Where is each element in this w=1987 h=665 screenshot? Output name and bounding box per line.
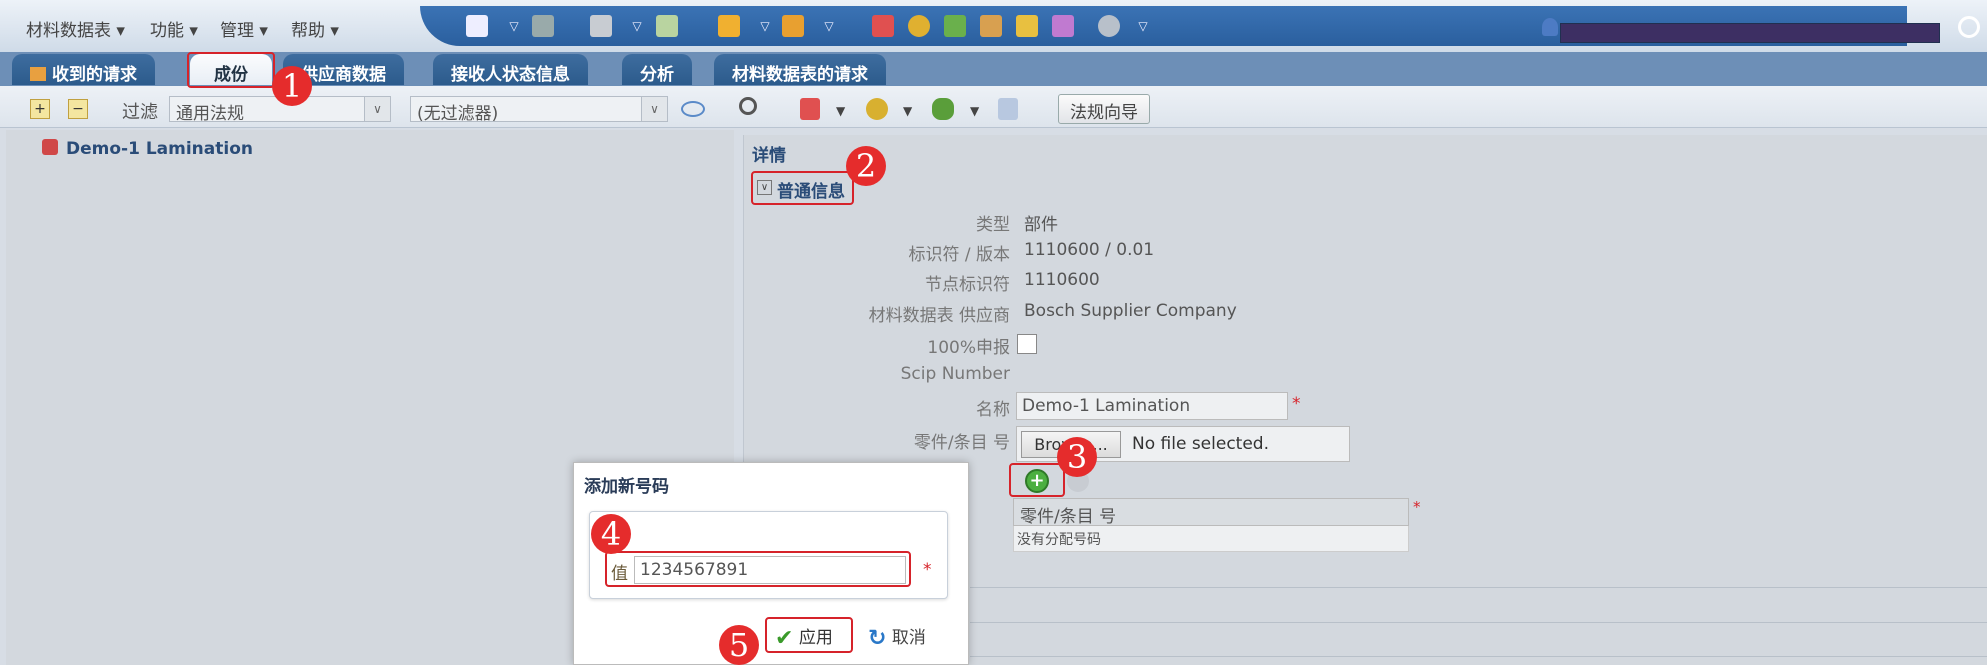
composition-tab-highlight [187, 52, 275, 88]
apply-label: 应用 [798, 628, 833, 648]
substance-dropdown-icon[interactable]: ▼ [970, 104, 979, 118]
general-info-section[interactable]: 普通信息 [777, 177, 845, 202]
material-icon[interactable] [908, 15, 930, 37]
import-dropdown-icon[interactable]: ▽ [754, 15, 776, 37]
value-label: 值 [611, 564, 628, 584]
step-marker-5: 5 [719, 625, 759, 665]
power-icon[interactable] [1958, 16, 1980, 38]
user-icon [1542, 18, 1558, 36]
undo-icon: ↻ [868, 626, 887, 651]
component-icon[interactable] [872, 15, 894, 37]
add-substance-icon[interactable] [932, 98, 954, 120]
menu-functions[interactable]: 功能 ▾ [150, 16, 198, 41]
full-declaration-checkbox[interactable] [1017, 334, 1037, 354]
erase-icon[interactable] [998, 98, 1018, 120]
search-icon[interactable] [739, 97, 757, 115]
add-material-icon[interactable] [866, 98, 888, 120]
dialog-title: 添加新号码 [584, 477, 669, 497]
expand-all-icon[interactable]: + [30, 99, 50, 119]
tab-label: 收到的请求 [52, 65, 137, 85]
collapse-all-icon[interactable]: − [68, 99, 88, 119]
filter-label: 过滤 [122, 102, 158, 123]
new-dropdown-icon[interactable]: ▽ [503, 15, 525, 37]
required-marker: * [923, 560, 932, 580]
regulation-value: 通用法规 [176, 104, 244, 124]
flask-icon[interactable] [1052, 15, 1074, 37]
new-document-icon[interactable] [466, 15, 488, 37]
step-marker-3: 3 [1057, 437, 1097, 477]
type-value: 部件 [1024, 215, 1058, 235]
required-marker: * [1292, 394, 1301, 414]
tab-label: 材料数据表的请求 [732, 65, 868, 85]
substance-icon[interactable] [944, 15, 966, 37]
edit-icon[interactable] [656, 15, 678, 37]
tab-recipient-status[interactable]: 接收人状态信息 [433, 54, 588, 85]
step-marker-4: 4 [591, 514, 631, 554]
value-input[interactable]: 1234567891 [634, 556, 906, 584]
print-icon[interactable] [590, 15, 612, 37]
tab-label: 接收人状态信息 [451, 65, 570, 85]
checkmark-icon: ✔ [775, 626, 794, 651]
required-marker: * [1413, 498, 1421, 516]
collapse-section-icon[interactable]: ∨ [757, 180, 772, 195]
tab-label: 分析 [640, 65, 674, 85]
filter-value: (无过滤器) [417, 104, 499, 124]
menu-manage[interactable]: 管理 ▾ [220, 16, 268, 41]
chevron-down-icon: ∨ [364, 97, 390, 121]
export-icon[interactable] [782, 15, 804, 37]
id-version-label: 标识符 / 版本 [908, 245, 1010, 265]
material-dropdown-icon[interactable]: ▼ [903, 104, 912, 118]
hand-icon[interactable] [980, 15, 1002, 37]
import-icon[interactable] [718, 15, 740, 37]
step-marker-2: 2 [846, 146, 886, 186]
gear-icon[interactable] [1098, 15, 1120, 37]
divider [970, 622, 1987, 623]
regulation-wizard-button[interactable]: 法规向导 [1058, 94, 1150, 124]
tree-root-node[interactable]: Demo-1 Lamination [66, 139, 253, 159]
component-icon [42, 139, 58, 155]
no-file-text: No file selected. [1132, 434, 1269, 454]
folder-icon[interactable] [1016, 15, 1038, 37]
number-table-header: 零件/条目 号 [1013, 498, 1409, 527]
tab-analysis[interactable]: 分析 [622, 54, 692, 85]
tab-material-requests[interactable]: 材料数据表的请求 [714, 54, 886, 85]
gear-dropdown-icon[interactable]: ▽ [1132, 15, 1154, 37]
part-number-label: 零件/条目 号 [913, 433, 1010, 453]
component-dropdown-icon[interactable]: ▼ [836, 104, 845, 118]
node-id-label: 节点标识符 [925, 275, 1010, 295]
supplier-label: 材料数据表 供应商 [868, 306, 1010, 326]
name-input[interactable]: Demo-1 Lamination [1016, 392, 1288, 420]
print-dropdown-icon[interactable]: ▽ [626, 15, 648, 37]
scip-number-label: Scip Number [900, 364, 1010, 384]
full-declaration-label: 100%申报 [927, 338, 1010, 358]
user-name-redacted [1560, 23, 1940, 43]
filter-select[interactable]: (无过滤器) ∨ [410, 96, 668, 124]
chevron-down-icon: ∨ [641, 97, 667, 121]
menu-materials-sheet[interactable]: 材料数据表 ▾ [26, 16, 125, 41]
add-component-icon[interactable] [800, 98, 820, 120]
divider [970, 656, 1987, 657]
cancel-button[interactable]: ↻ 取消 [866, 620, 956, 651]
node-id-value: 1110600 [1024, 270, 1100, 290]
name-label: 名称 [976, 400, 1010, 420]
cancel-label: 取消 [891, 628, 926, 648]
number-table-empty: 没有分配号码 [1013, 526, 1409, 552]
divider [970, 587, 1987, 588]
add-number-button[interactable]: + [1025, 469, 1049, 493]
menu-help[interactable]: 帮助 ▾ [291, 16, 339, 41]
inbox-icon [30, 67, 46, 81]
tab-received-requests[interactable]: 收到的请求 [12, 54, 155, 85]
save-icon[interactable] [532, 15, 554, 37]
apply-button[interactable]: ✔ 应用 [771, 620, 849, 651]
supplier-value: Bosch Supplier Company [1024, 301, 1237, 321]
tab-label: 供应商数据 [301, 65, 386, 85]
step-marker-1: 1 [272, 66, 312, 106]
export-dropdown-icon[interactable]: ▽ [818, 15, 840, 37]
details-title: 详情 [752, 146, 786, 166]
type-label: 类型 [976, 215, 1010, 235]
eye-icon[interactable] [681, 101, 705, 117]
id-version-value: 1110600 / 0.01 [1024, 240, 1155, 260]
